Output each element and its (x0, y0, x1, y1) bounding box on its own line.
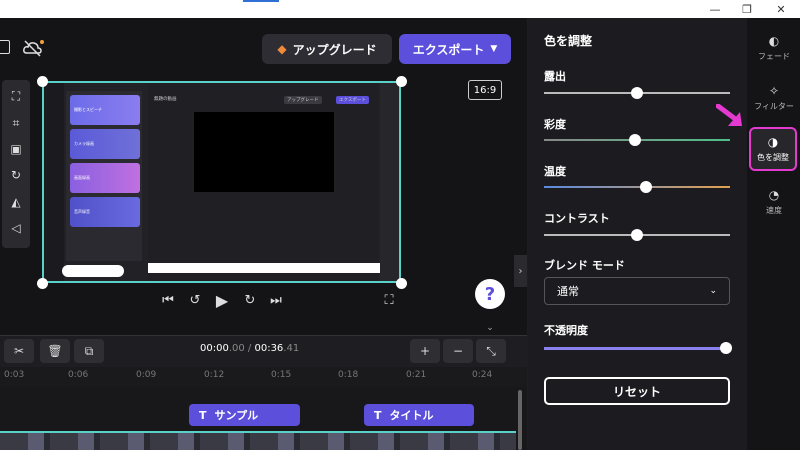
video-canvas[interactable]: 撮影とスピーチ カメラ録画 画面録画 音声録音 無題の動画 アップグレード エク… (42, 81, 401, 283)
speed-icon: ◔ (768, 188, 780, 202)
inner-title: 無題の動画 (154, 97, 177, 102)
ruler-tick: 0:12 (204, 370, 225, 380)
rewind-5-icon[interactable]: ↺ (186, 291, 204, 309)
text-clip[interactable]: T サンプル (189, 404, 300, 426)
exposure-label: 露出 (544, 70, 566, 83)
resize-handle-tr[interactable] (396, 76, 407, 87)
delete-icon[interactable]: 🗑 (40, 339, 70, 363)
ruler-tick: 0:09 (136, 370, 157, 380)
play-icon[interactable]: ▶ (213, 291, 231, 310)
upgrade-button[interactable]: ◆ アップグレード (262, 34, 392, 64)
chevron-down-icon: ▼ (490, 44, 498, 54)
inner-recording-pill (62, 265, 124, 277)
text-clip[interactable]: T タイトル (364, 404, 474, 426)
inner-export: エクスポート (336, 96, 369, 104)
pointer-arrow-icon (716, 104, 742, 126)
inner-right-rail (380, 83, 399, 281)
inner-card: 音声録音 (70, 197, 140, 227)
blend-mode-label: ブレンド モード (544, 259, 625, 272)
flip-horizontal-icon[interactable]: ◭ (8, 194, 24, 210)
resize-handle-bl[interactable] (37, 278, 48, 289)
chevron-down-icon: ⌄ (709, 286, 717, 296)
fade-icon: ◐ (768, 34, 780, 48)
fullscreen-icon[interactable]: ⛶ (380, 291, 398, 309)
opacity-slider[interactable] (544, 347, 730, 350)
timecode: 00:00.00 / 00:36.41 (200, 343, 300, 354)
saturation-label: 彩度 (544, 118, 566, 131)
zoom-out-button[interactable]: − (443, 339, 473, 363)
forward-5-icon[interactable]: ↻ (241, 291, 259, 309)
opacity-label: 不透明度 (544, 324, 588, 337)
help-button[interactable]: ? (475, 279, 505, 309)
minimize-button[interactable]: — (700, 0, 730, 18)
inner-sidebar (44, 83, 64, 281)
rotate-icon[interactable]: ↻ (8, 167, 24, 183)
window-titlebar (0, 0, 800, 18)
blend-mode-select[interactable]: 通常 ⌄ (544, 277, 730, 305)
color-adjust-icon: ◑ (767, 135, 779, 149)
reset-button[interactable]: リセット (544, 377, 730, 405)
resize-handle-tl[interactable] (37, 76, 48, 87)
skip-forward-icon[interactable]: ⏭ (267, 291, 285, 309)
panel-toggle-icon[interactable]: › (514, 255, 527, 287)
timeline-scrollbar[interactable] (518, 390, 522, 450)
temperature-slider[interactable] (544, 186, 730, 188)
rail-item-speed[interactable]: ◔ 速度 (749, 182, 799, 222)
inner-notification-bar (148, 263, 380, 273)
filter-icon: ✧ (768, 84, 780, 98)
pip-icon[interactable]: ▣ (8, 141, 24, 157)
cloud-off-icon[interactable] (22, 38, 46, 58)
rail-item-color-adjust[interactable]: ◑ 色を調整 (749, 127, 797, 171)
export-button[interactable]: エクスポート ▼ (399, 34, 511, 64)
duplicate-icon[interactable]: ⧉ (74, 339, 104, 363)
collapse-chevron-icon[interactable]: ⌄ (480, 321, 500, 335)
inner-card: 撮影とスピーチ (70, 95, 140, 125)
rail-item-fade[interactable]: ◐ フェード (749, 28, 799, 68)
skip-back-icon[interactable]: ⏮ (159, 291, 177, 309)
title-accent (243, 0, 279, 2)
ruler-tick: 0:24 (472, 370, 493, 380)
maximize-button[interactable]: ❐ (732, 0, 762, 18)
resize-handle-br[interactable] (396, 278, 407, 289)
video-clip[interactable] (0, 431, 516, 450)
inner-video (194, 112, 334, 192)
flip-vertical-icon[interactable]: ◁ (8, 220, 24, 236)
inner-card: 画面録画 (70, 163, 140, 193)
inner-card: カメラ録画 (70, 129, 140, 159)
cut-icon[interactable]: ✂ (4, 339, 34, 363)
ruler-tick: 0:15 (271, 370, 292, 380)
inner-upgrade: アップグレード (284, 96, 322, 104)
aspect-ratio-button[interactable]: 16:9 (468, 80, 502, 100)
zoom-in-button[interactable]: + (410, 339, 440, 363)
fit-timeline-button[interactable]: ⤡ (476, 339, 506, 363)
text-icon: T (374, 408, 382, 422)
panel-title: 色を調整 (544, 34, 593, 48)
layout-icon[interactable] (0, 40, 10, 54)
close-button[interactable]: ✕ (766, 0, 796, 18)
ruler-tick: 0:06 (68, 370, 89, 380)
text-icon: T (199, 408, 207, 422)
ruler-tick: 0:18 (338, 370, 359, 380)
ruler-tick: 0:03 (4, 370, 25, 380)
crop-icon[interactable]: ⌗ (8, 115, 24, 131)
gem-icon: ◆ (277, 42, 287, 56)
rail-item-filter[interactable]: ✧ フィルター (749, 78, 799, 118)
fit-icon[interactable]: ⛶ (8, 88, 24, 104)
contrast-thumb[interactable] (631, 229, 643, 241)
contrast-label: コントラスト (544, 212, 610, 225)
ruler-tick: 0:21 (406, 370, 427, 380)
exposure-thumb[interactable] (631, 87, 643, 99)
opacity-thumb[interactable] (720, 342, 732, 354)
temperature-label: 温度 (544, 165, 566, 178)
